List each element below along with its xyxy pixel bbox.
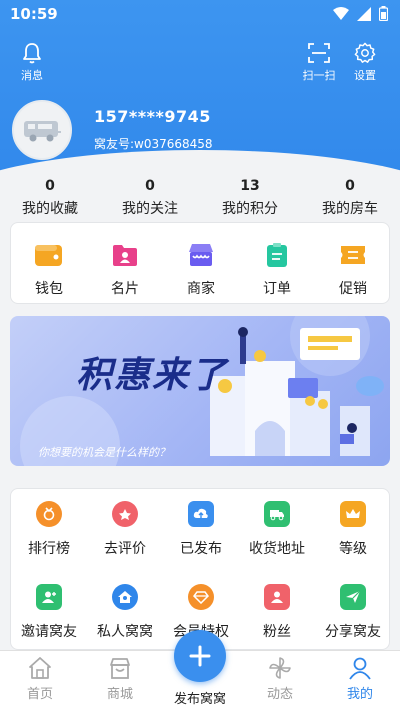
rv-icon [24, 121, 61, 142]
status-bar: 10:59 [0, 0, 400, 28]
tab-label: 商城 [106, 687, 133, 702]
scan-label: 扫一扫 [302, 69, 336, 82]
stat-label: 我的房车 [322, 201, 378, 217]
plus-icon [189, 645, 211, 667]
settings-button[interactable]: 设置 [340, 42, 390, 83]
invite-user-icon [36, 584, 62, 610]
settings-label: 设置 [354, 69, 376, 82]
tool-label: 粉丝 [263, 624, 291, 640]
tool-address[interactable]: 收货地址 [239, 501, 315, 558]
menu-item-order[interactable]: 订单 [239, 241, 315, 298]
banner-title: 积惠来了 [76, 354, 229, 396]
home-icon [29, 657, 51, 679]
menu-item-card[interactable]: 名片 [87, 241, 163, 298]
scan-button[interactable]: 扫一扫 [294, 42, 344, 83]
tools-card: 排行榜 去评价 已发布 收货地址 等级 邀请窝友 私人窝窝 粉丝 分享窝友 [10, 488, 390, 650]
menu-item-promotion[interactable]: 促销 [315, 241, 391, 298]
avatar[interactable] [12, 100, 72, 160]
stat-favorites[interactable]: 0 我的收藏 [0, 178, 100, 218]
wallet-menu-card: 钱包 名片 商家 订单 促销 [10, 222, 390, 304]
stat-label: 我的收藏 [22, 201, 78, 217]
tool-level[interactable]: 等级 [315, 501, 391, 558]
publish-label: 发布窝窝 [173, 692, 226, 707]
menu-item-label: 订单 [263, 281, 291, 297]
stats-row: 0 我的收藏 0 我的关注 13 我的积分 0 我的房车 [0, 178, 400, 218]
tab-label: 我的 [346, 687, 373, 702]
tool-review[interactable]: 去评价 [87, 501, 163, 558]
cloud-upload-icon [188, 501, 214, 527]
review-icon [112, 501, 138, 527]
stat-value: 0 [45, 178, 55, 194]
coupon-icon [338, 241, 368, 269]
user-id: 窝友号:w037668458 [94, 137, 213, 151]
signal-icon [357, 6, 371, 21]
stat-following[interactable]: 0 我的关注 [100, 178, 200, 218]
menu-item-label: 促销 [339, 281, 367, 297]
tool-fans[interactable]: 粉丝 [239, 584, 315, 641]
ranking-icon [36, 501, 62, 527]
tab-home[interactable]: 首页 [0, 655, 80, 702]
bell-icon [23, 43, 41, 64]
diamond-icon [188, 584, 214, 610]
scan-icon [308, 43, 330, 63]
stat-value: 13 [240, 178, 260, 194]
tool-label: 排行榜 [28, 541, 70, 557]
tool-label: 收货地址 [249, 541, 305, 557]
gear-icon [354, 42, 376, 63]
menu-item-label: 钱包 [35, 281, 63, 297]
fans-icon [264, 584, 290, 610]
tool-label: 已发布 [180, 541, 222, 557]
stat-label: 我的积分 [222, 201, 278, 217]
publish-button[interactable] [174, 630, 226, 682]
truck-icon [264, 501, 290, 527]
stat-value: 0 [145, 178, 155, 194]
user-icon [349, 657, 371, 680]
promo-banner[interactable]: 积惠来了 你想要的机会是什么样的？ [10, 316, 390, 466]
status-time: 10:59 [10, 5, 58, 23]
wifi-icon [333, 6, 349, 20]
menu-item-label: 名片 [111, 281, 139, 297]
menu-item-merchant[interactable]: 商家 [163, 241, 239, 298]
tool-private-home[interactable]: 私人窝窝 [87, 584, 163, 641]
tool-invite[interactable]: 邀请窝友 [11, 584, 87, 641]
tab-feed[interactable]: 动态 [240, 655, 320, 702]
tab-mall[interactable]: 商城 [80, 655, 160, 702]
messages-label: 消息 [21, 69, 43, 82]
tool-label: 等级 [339, 541, 367, 557]
banner-subtitle: 你想要的机会是什么样的？ [38, 446, 170, 459]
battery-icon [379, 6, 388, 21]
tab-label: 首页 [26, 687, 53, 702]
wallet-icon [34, 241, 64, 269]
menu-item-wallet[interactable]: 钱包 [11, 241, 87, 298]
stat-label: 我的关注 [122, 201, 178, 217]
shop-icon [110, 658, 130, 679]
tab-label: 动态 [266, 687, 293, 702]
user-phone: 157****9745 [94, 107, 211, 126]
crown-icon [340, 501, 366, 527]
tool-published[interactable]: 已发布 [163, 501, 239, 558]
status-icons [333, 6, 388, 21]
order-icon [262, 241, 292, 269]
tool-label: 分享窝友 [325, 624, 381, 640]
messages-button[interactable]: 消息 [7, 42, 57, 83]
tool-ranking[interactable]: 排行榜 [11, 501, 87, 558]
store-icon [186, 241, 216, 269]
stat-points[interactable]: 13 我的积分 [200, 178, 300, 218]
stat-value: 0 [345, 178, 355, 194]
card-icon [110, 241, 140, 269]
share-icon [340, 584, 366, 610]
tool-label: 邀请窝友 [21, 624, 77, 640]
pinwheel-icon [269, 657, 291, 679]
tool-label: 去评价 [104, 541, 146, 557]
stat-rv[interactable]: 0 我的房车 [300, 178, 400, 218]
tab-mine[interactable]: 我的 [320, 655, 400, 702]
menu-item-label: 商家 [187, 281, 215, 297]
home-user-icon [112, 584, 138, 610]
tool-label: 私人窝窝 [97, 624, 153, 640]
tool-share[interactable]: 分享窝友 [315, 584, 391, 641]
